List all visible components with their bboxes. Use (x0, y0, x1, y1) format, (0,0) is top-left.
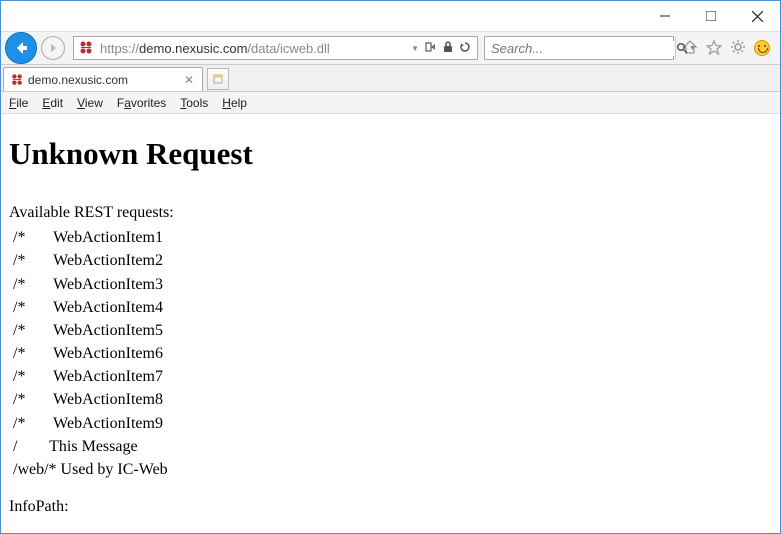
browser-tab[interactable]: demo.nexusic.com ✕ (3, 67, 203, 91)
rest-request-row: /web/* Used by IC-Web (9, 458, 770, 481)
rest-request-row: /* WebActionItem1 (9, 226, 770, 249)
rest-request-row: /* WebActionItem8 (9, 388, 770, 411)
rest-request-row: /* WebActionItem5 (9, 319, 770, 342)
feedback-icon[interactable] (754, 40, 770, 56)
tab-close-button[interactable]: ✕ (182, 73, 196, 87)
favorites-icon[interactable] (706, 39, 722, 58)
rest-request-row: / This Message (9, 435, 770, 458)
site-icon (78, 40, 94, 56)
menu-file[interactable]: File (9, 96, 28, 110)
menu-view[interactable]: View (77, 96, 103, 110)
dropdown-icon[interactable]: ▼ (411, 44, 419, 53)
search-input[interactable] (485, 41, 675, 56)
infopath-label: InfoPath: (9, 495, 770, 518)
rest-request-row: /* WebActionItem3 (9, 273, 770, 296)
tools-icon[interactable] (730, 39, 746, 58)
menu-edit[interactable]: Edit (42, 96, 63, 110)
compat-view-icon[interactable] (425, 41, 437, 56)
tab-site-icon (10, 73, 24, 87)
rest-requests-list: /* WebActionItem1 /* WebActionItem2 /* W… (9, 226, 770, 481)
url-text[interactable]: https://demo.nexusic.com/data/icweb.dll (98, 41, 405, 56)
menu-tools[interactable]: Tools (180, 96, 208, 110)
back-button[interactable] (5, 32, 37, 64)
tab-strip: demo.nexusic.com ✕ (1, 65, 780, 92)
search-button[interactable]: ▼ (675, 37, 696, 59)
available-requests-label: Available REST requests: (9, 201, 770, 224)
new-tab-button[interactable] (207, 68, 229, 90)
minimize-button[interactable] (642, 1, 688, 31)
menu-favorites[interactable]: Favorites (117, 96, 166, 110)
lock-icon[interactable] (443, 41, 453, 56)
page-heading: Unknown Request (9, 132, 770, 177)
search-box[interactable]: ▼ (484, 36, 674, 60)
rest-request-row: /* WebActionItem7 (9, 365, 770, 388)
address-bar[interactable]: https://demo.nexusic.com/data/icweb.dll … (73, 36, 478, 60)
rest-request-row: /* WebActionItem4 (9, 296, 770, 319)
maximize-button[interactable] (688, 1, 734, 31)
menu-bar: File Edit View Favorites Tools Help (1, 92, 780, 114)
tab-title: demo.nexusic.com (28, 73, 128, 87)
rest-request-row: /* WebActionItem6 (9, 342, 770, 365)
window-titlebar (1, 1, 780, 31)
page-content: Unknown Request Available REST requests:… (1, 114, 780, 528)
rest-request-row: /* WebActionItem9 (9, 412, 770, 435)
navigation-toolbar: https://demo.nexusic.com/data/icweb.dll … (1, 31, 780, 65)
refresh-icon[interactable] (459, 41, 471, 56)
close-button[interactable] (734, 1, 780, 31)
rest-request-row: /* WebActionItem2 (9, 249, 770, 272)
menu-help[interactable]: Help (222, 96, 247, 110)
forward-button[interactable] (41, 36, 65, 60)
